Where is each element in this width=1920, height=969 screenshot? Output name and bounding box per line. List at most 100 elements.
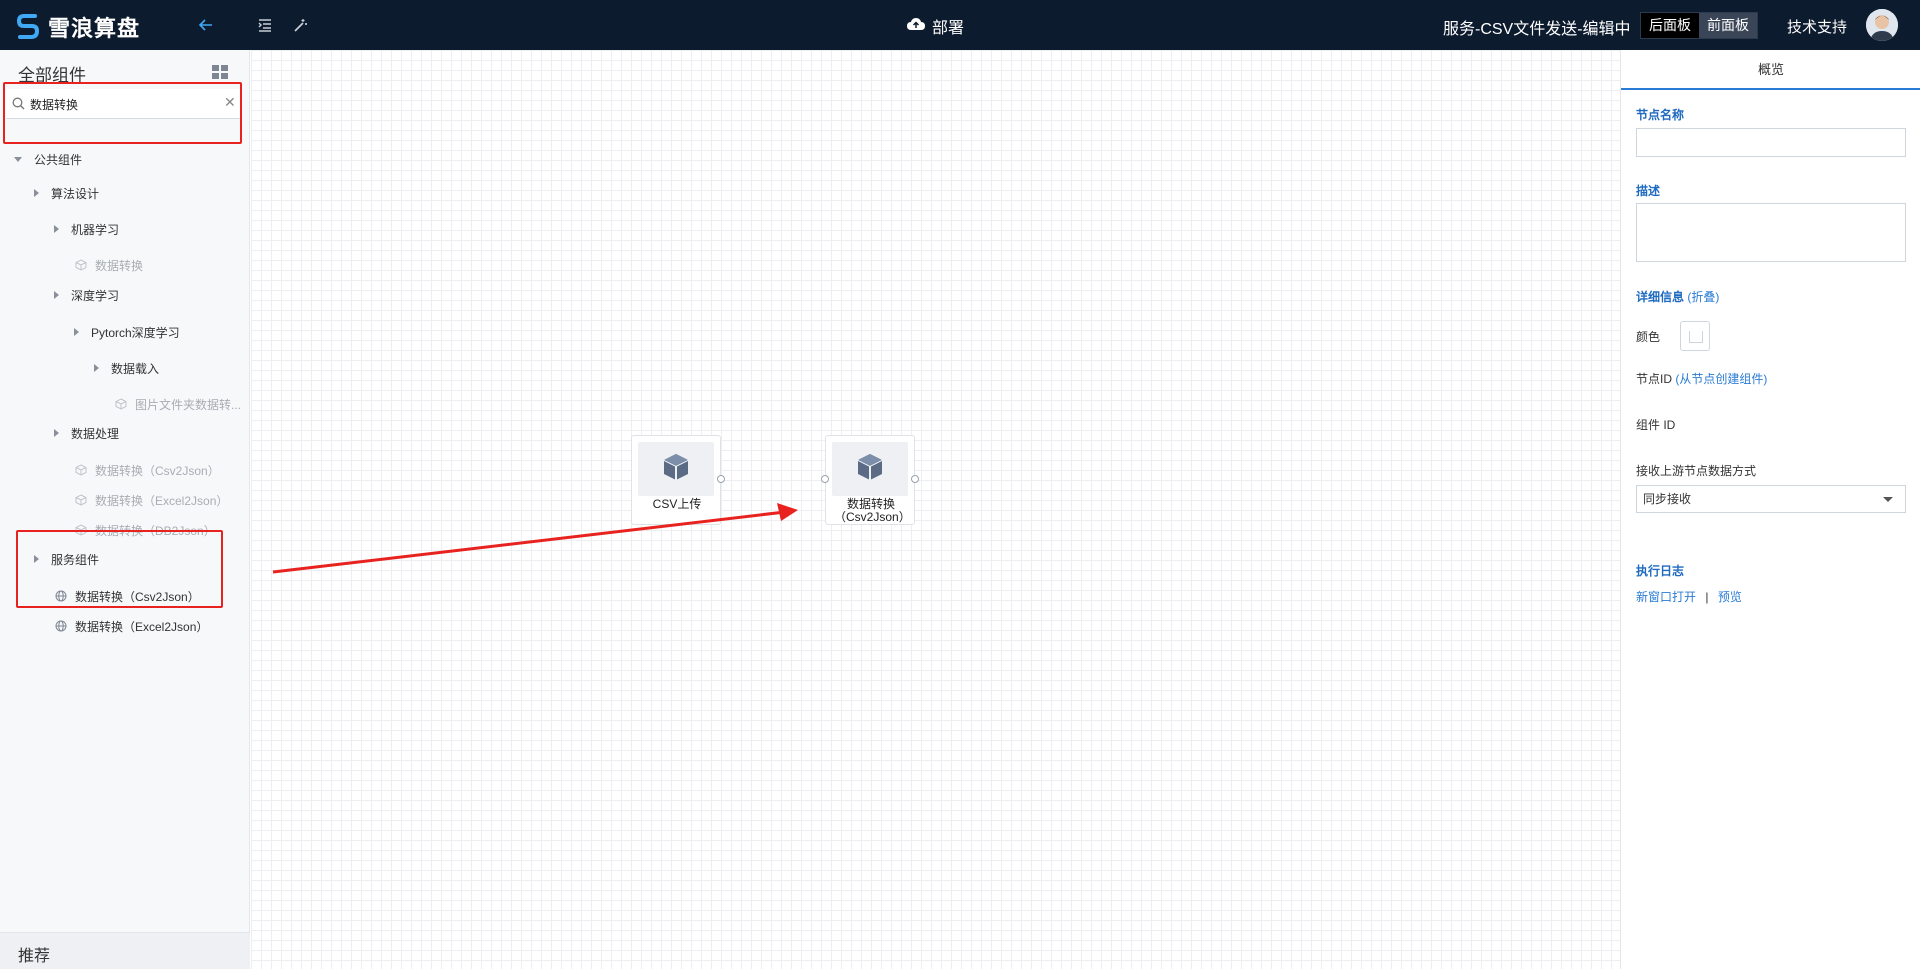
exec-log-label: 执行日志 — [1636, 564, 1685, 578]
exec-log-links: 新窗口打开 | 预览 — [1636, 588, 1742, 605]
tree-label: 算法设计 — [51, 186, 100, 201]
caret-right-icon — [54, 429, 59, 437]
tree-pytorch[interactable]: Pytorch深度学习 — [74, 322, 180, 342]
create-component-link[interactable]: (从节点创建组件) — [1675, 372, 1767, 386]
receive-mode-value: 同步接收 — [1643, 492, 1692, 506]
output-port[interactable] — [717, 475, 725, 483]
caret-right-icon — [54, 291, 59, 299]
brand-name: 雪浪算盘 — [48, 16, 141, 41]
output-port[interactable] — [911, 475, 919, 483]
tree-label: 数据转换 — [95, 258, 144, 273]
node-csv2json[interactable]: 数据转换（Csv2Json） — [821, 435, 919, 525]
component-search: ✕ — [6, 89, 240, 119]
cloud-upload-icon — [906, 16, 926, 37]
sidebar-title: 全部组件 — [18, 66, 86, 85]
tree-svc-csv[interactable]: 数据转换（Csv2Json） — [55, 586, 200, 606]
node-icon-box — [638, 442, 714, 496]
cube-icon — [854, 451, 886, 488]
caret-right-icon — [94, 364, 99, 372]
fold-link[interactable]: (折叠) — [1687, 290, 1719, 304]
panel-toggle: 后面板 前面板 — [1640, 12, 1758, 39]
tree-label: 机器学习 — [71, 222, 120, 237]
node-icon-box — [832, 442, 908, 496]
magic-wand-icon[interactable] — [289, 14, 311, 36]
recommend-section[interactable]: 推荐 — [0, 932, 250, 969]
color-label: 颜色 — [1636, 330, 1661, 344]
receive-mode-label: 接收上游节点数据方式 — [1636, 464, 1757, 478]
tree-label: Pytorch深度学习 — [91, 325, 180, 340]
tree-conv-excel[interactable]: 数据转换（Excel2Json） — [75, 490, 228, 510]
color-swatch[interactable] — [1680, 321, 1710, 351]
tree-algo[interactable]: 算法设计 — [34, 183, 99, 203]
preview-link[interactable]: 预览 — [1718, 590, 1742, 604]
top-bar: 雪浪算盘 部署 服务-CSV文件发送-编辑中 后面板 前面板 技术支持 — [0, 0, 1920, 50]
grid-view-icon[interactable] — [212, 64, 228, 80]
tree-label: 数据处理 — [71, 426, 120, 441]
tech-support-link[interactable]: 技术支持 — [1787, 16, 1847, 37]
cube-icon — [660, 451, 692, 488]
description-label: 描述 — [1636, 184, 1661, 198]
red-arrow-annotation — [272, 503, 798, 574]
tree-label: 图片文件夹数据转... — [135, 397, 242, 412]
search-icon — [12, 97, 25, 115]
back-panel-button[interactable]: 后面板 — [1641, 13, 1699, 38]
tree-label: 数据载入 — [111, 361, 160, 376]
tree-label: 深度学习 — [71, 288, 120, 303]
caret-right-icon — [34, 555, 39, 563]
clear-icon[interactable]: ✕ — [224, 94, 236, 111]
tree-conv-csv[interactable]: 数据转换（Csv2Json） — [75, 460, 220, 480]
cube-icon — [75, 464, 87, 476]
globe-icon — [55, 590, 67, 602]
tree-label: 数据转换（Csv2Json） — [95, 463, 220, 478]
tree-conv-db[interactable]: 数据转换（DB2Json） — [75, 520, 216, 540]
tree-label: 公共组件 — [34, 152, 83, 167]
caret-right-icon — [74, 328, 79, 336]
tree-label: 数据转换（Csv2Json） — [75, 589, 200, 604]
tree-ml[interactable]: 机器学习 — [54, 219, 119, 239]
description-textarea[interactable] — [1636, 203, 1906, 262]
project-title: 服务-CSV文件发送-编辑中 — [1443, 21, 1631, 38]
avatar[interactable] — [1866, 9, 1898, 41]
tree-img-folder[interactable]: 图片文件夹数据转... — [115, 394, 241, 414]
component-sidebar: 全部组件 ✕ 公共组件 算法设计 机器学习 数据转换 深度学习 Pytorc — [0, 50, 250, 969]
node-id-row: 节点ID (从节点创建组件) — [1636, 370, 1767, 387]
caret-right-icon — [34, 189, 39, 197]
node-label: 数据转换（Csv2Json） — [834, 497, 911, 524]
tree-ml-convert[interactable]: 数据转换 — [75, 255, 143, 275]
deploy-button[interactable]: 部署 — [906, 14, 964, 38]
tree-label: 数据转换（Excel2Json） — [75, 619, 209, 634]
front-panel-button[interactable]: 前面板 — [1699, 13, 1757, 38]
cube-icon — [75, 259, 87, 271]
receive-mode-select[interactable]: 同步接收 — [1636, 485, 1906, 513]
deploy-label: 部署 — [932, 20, 965, 37]
properties-panel: 概览 节点名称 描述 详细信息 (折叠) 颜色 节点ID (从节点创建组件) 组… — [1620, 50, 1920, 969]
input-port[interactable] — [821, 475, 829, 483]
detail-info-row: 详细信息 (折叠) — [1636, 288, 1719, 305]
tree-service[interactable]: 服务组件 — [34, 549, 99, 569]
tree-label: 数据转换（DB2Json） — [95, 523, 216, 538]
open-new-window-link[interactable]: 新窗口打开 — [1636, 590, 1696, 604]
caret-down-icon — [14, 156, 22, 162]
tree-data-load[interactable]: 数据载入 — [94, 358, 159, 378]
globe-icon — [55, 620, 67, 632]
search-input[interactable] — [30, 95, 220, 113]
brand-logo[interactable]: 雪浪算盘 — [16, 11, 140, 43]
node-name-label: 节点名称 — [1636, 108, 1685, 122]
cube-icon — [115, 398, 127, 410]
tree-svc-excel[interactable]: 数据转换（Excel2Json） — [55, 616, 208, 636]
tree-dl[interactable]: 深度学习 — [54, 285, 119, 305]
chevron-down-icon — [1883, 497, 1893, 502]
detail-info-label: 详细信息 — [1636, 290, 1685, 304]
tree-label: 数据转换（Excel2Json） — [95, 493, 229, 508]
node-name-input[interactable] — [1636, 128, 1906, 157]
tree-data-proc[interactable]: 数据处理 — [54, 423, 119, 443]
logo-mark-icon — [16, 13, 40, 41]
outline-list-icon[interactable] — [254, 14, 276, 36]
component-id-label: 组件 ID — [1636, 418, 1676, 432]
link-separator: | — [1705, 590, 1709, 604]
tree-public[interactable]: 公共组件 — [14, 149, 82, 169]
cube-icon — [75, 494, 87, 506]
node-id-label: 节点ID — [1636, 372, 1673, 386]
tab-overview[interactable]: 概览 — [1621, 50, 1920, 90]
back-arrow-icon[interactable] — [195, 14, 217, 36]
